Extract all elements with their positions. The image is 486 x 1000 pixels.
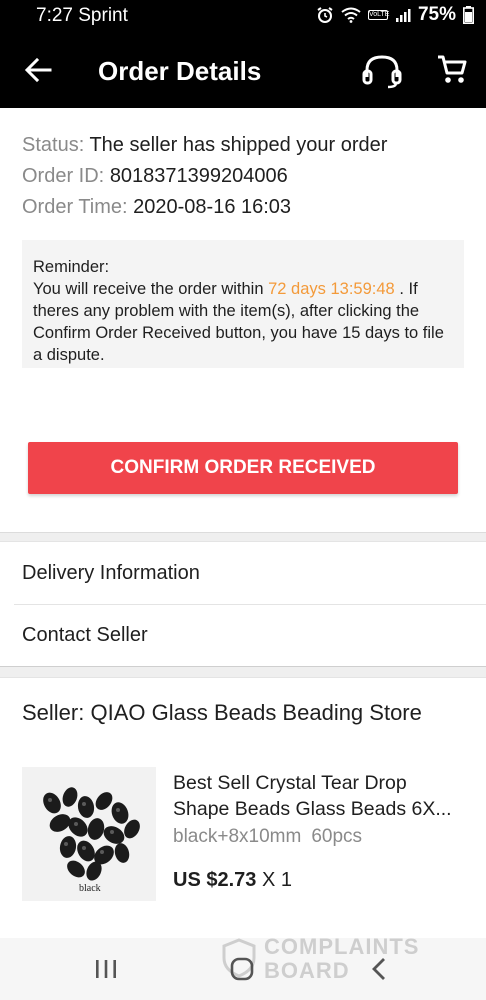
countdown-timer: 72 days 13:59:48	[268, 280, 395, 298]
delivery-information-link[interactable]: Delivery Information	[0, 543, 486, 605]
wifi-icon	[341, 7, 361, 23]
app-bar: Order Details	[0, 34, 486, 108]
product-variant: black+8x10mm 60pcs	[173, 826, 362, 848]
order-id-value: 8018371399204006	[109, 165, 288, 187]
price-value: US $2.73	[173, 869, 257, 891]
page-title: Order Details	[98, 56, 262, 86]
volte-label: VoLTE	[367, 10, 390, 20]
recent-apps-icon[interactable]	[91, 956, 121, 982]
image-caption: black	[79, 883, 101, 894]
product-price: US $2.73 X 1	[173, 869, 292, 892]
battery-percent: 75%	[417, 4, 456, 25]
contact-seller-link[interactable]: Contact Seller	[0, 605, 486, 667]
status-bar: 7:27 Sprint VoLTE 75%	[0, 0, 486, 34]
back-arrow-icon[interactable]	[22, 54, 54, 86]
reminder-text-before: You will receive the order within	[33, 280, 264, 298]
order-time-label: Order Time:	[22, 196, 128, 218]
variant-spec: black+8x10mm	[173, 826, 302, 847]
section-divider	[0, 666, 486, 678]
watermark-logo-icon	[222, 938, 256, 978]
order-id-line: Order ID: 8018371399204006	[22, 161, 387, 192]
reminder-body: You will receive the order within 72 day…	[33, 278, 452, 366]
product-image[interactable]: black	[22, 767, 156, 901]
confirm-order-received-button[interactable]: CONFIRM ORDER RECEIVED	[28, 442, 458, 494]
beads-image	[43, 787, 140, 881]
variant-quantity: 60pcs	[311, 826, 363, 847]
order-time-line: Order Time: 2020-08-16 16:03	[22, 192, 387, 223]
watermark: COMPLAINTS BOARD	[222, 934, 462, 984]
delivery-information-label: Delivery Information	[22, 562, 200, 584]
headset-icon[interactable]	[362, 53, 402, 89]
order-time-value: 2020-08-16 16:03	[133, 196, 292, 218]
cart-icon[interactable]	[436, 53, 468, 85]
status-label: Status:	[22, 134, 85, 156]
seller-name[interactable]: Seller: QIAO Glass Beads Beading Store	[22, 700, 422, 726]
status-icons: VoLTE 75%	[316, 4, 474, 26]
watermark-line2: BOARD	[264, 958, 350, 983]
order-info: Status: The seller has shipped your orde…	[22, 130, 387, 223]
watermark-line1: COMPLAINTS	[264, 934, 420, 959]
section-divider	[0, 532, 486, 542]
status-value: The seller has shipped your order	[89, 134, 388, 156]
price-multiplier: X 1	[261, 869, 292, 891]
alarm-icon	[317, 7, 333, 23]
signal-icon	[395, 9, 411, 22]
status-line: Status: The seller has shipped your orde…	[22, 130, 387, 161]
contact-seller-label: Contact Seller	[22, 624, 148, 646]
order-id-label: Order ID:	[22, 165, 105, 187]
reminder-heading: Reminder:	[33, 258, 110, 276]
reminder-box: Reminder: You will receive the order wit…	[22, 240, 464, 368]
product-title[interactable]: Best Sell Crystal Tear Drop Shape Beads …	[173, 770, 468, 822]
battery-icon	[463, 6, 474, 24]
status-time: 7:27 Sprint	[36, 5, 128, 26]
